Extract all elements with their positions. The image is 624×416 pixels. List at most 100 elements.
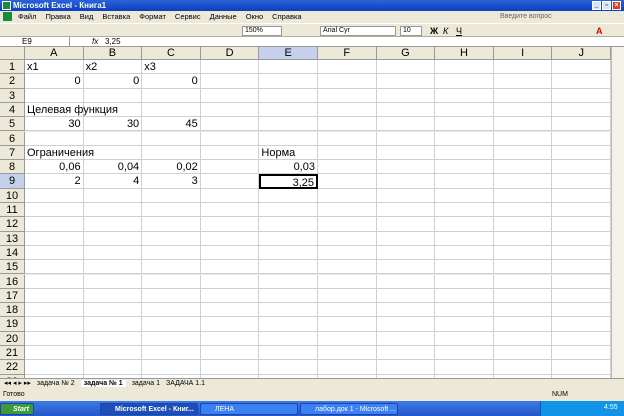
vertical-scrollbar[interactable]: [611, 47, 624, 378]
cell[interactable]: [552, 260, 611, 275]
menu-item[interactable]: Правка: [45, 12, 70, 21]
cell[interactable]: [318, 331, 377, 346]
cell[interactable]: [142, 288, 201, 304]
cell[interactable]: [142, 303, 201, 318]
cell[interactable]: [493, 174, 553, 189]
cell[interactable]: [259, 203, 318, 218]
cell[interactable]: [200, 317, 260, 332]
cell-A8[interactable]: 0,06: [25, 160, 84, 175]
fx-icon[interactable]: fx: [92, 37, 98, 46]
cell[interactable]: [318, 102, 377, 118]
cell[interactable]: [25, 88, 84, 103]
cell[interactable]: [200, 160, 260, 175]
cell[interactable]: [493, 331, 553, 346]
cell[interactable]: [318, 160, 377, 175]
cell[interactable]: [142, 317, 201, 332]
cell[interactable]: [259, 131, 318, 146]
row-header[interactable]: 3: [0, 88, 25, 103]
menu-item[interactable]: Окно: [246, 12, 263, 21]
cell[interactable]: [142, 331, 201, 346]
cell[interactable]: [376, 346, 436, 361]
sheet-tab[interactable]: задача № 1: [80, 380, 126, 387]
cell-C9[interactable]: 3: [142, 174, 201, 189]
row-header[interactable]: 8: [0, 160, 25, 175]
cell[interactable]: [200, 245, 260, 261]
cell[interactable]: [376, 303, 436, 318]
cell[interactable]: [493, 317, 553, 332]
cell[interactable]: [259, 360, 318, 375]
font-select[interactable]: Arial Cyr: [320, 26, 396, 36]
cell[interactable]: [376, 245, 436, 261]
cell[interactable]: [25, 131, 84, 146]
row-header[interactable]: 5: [0, 117, 25, 132]
cell[interactable]: [376, 117, 436, 132]
cell[interactable]: [493, 360, 553, 375]
cell[interactable]: [83, 303, 143, 318]
cell[interactable]: [259, 117, 318, 132]
cell[interactable]: [200, 274, 260, 289]
column-header[interactable]: I: [493, 47, 553, 60]
cell[interactable]: [318, 217, 377, 232]
cell[interactable]: [318, 346, 377, 361]
cell[interactable]: [376, 274, 436, 289]
cell[interactable]: [83, 331, 143, 346]
cell[interactable]: [493, 203, 553, 218]
font-size-select[interactable]: 10: [400, 26, 422, 36]
cell[interactable]: [200, 331, 260, 346]
column-header[interactable]: E: [259, 47, 318, 60]
row-header[interactable]: 17: [0, 288, 25, 304]
cell[interactable]: [493, 303, 553, 318]
cell[interactable]: [435, 260, 494, 275]
row-header[interactable]: 1: [0, 60, 25, 75]
menu-item[interactable]: Вставка: [102, 12, 130, 21]
cell[interactable]: [25, 317, 84, 332]
menu-item[interactable]: Данные: [210, 12, 237, 21]
cell[interactable]: [435, 88, 494, 103]
cell[interactable]: [318, 74, 377, 89]
cell[interactable]: [435, 274, 494, 289]
cell[interactable]: [25, 217, 84, 232]
row-header[interactable]: 11: [0, 203, 25, 218]
sheet-tab[interactable]: задача 1: [132, 380, 160, 387]
cell[interactable]: [259, 274, 318, 289]
cell[interactable]: [552, 288, 611, 304]
cell[interactable]: [200, 131, 260, 146]
cell[interactable]: [493, 74, 553, 89]
cell-B5[interactable]: 30: [83, 117, 143, 132]
cell[interactable]: [83, 188, 143, 203]
row-header[interactable]: 6: [0, 131, 25, 146]
taskbar-item-excel[interactable]: Microsoft Excel - Книг...: [100, 403, 198, 415]
cell[interactable]: [25, 331, 84, 346]
cell[interactable]: [259, 74, 318, 89]
row-header[interactable]: 15: [0, 260, 25, 275]
cell[interactable]: [318, 245, 377, 261]
cell[interactable]: [318, 303, 377, 318]
cell[interactable]: [83, 245, 143, 261]
cell[interactable]: [493, 245, 553, 261]
row-header[interactable]: 10: [0, 188, 25, 203]
cell[interactable]: [376, 231, 436, 246]
cell[interactable]: [318, 117, 377, 132]
cell[interactable]: [200, 260, 260, 275]
cell[interactable]: [376, 160, 436, 175]
cell[interactable]: [376, 60, 436, 75]
cell[interactable]: [142, 203, 201, 218]
cell-C2[interactable]: 0: [142, 74, 201, 89]
cell[interactable]: [435, 131, 494, 146]
cell[interactable]: [200, 74, 260, 89]
cell[interactable]: [493, 217, 553, 232]
cell[interactable]: [435, 188, 494, 203]
cell[interactable]: [259, 346, 318, 361]
row-header[interactable]: 20: [0, 331, 25, 346]
cell[interactable]: [318, 188, 377, 203]
cell[interactable]: [552, 303, 611, 318]
cell[interactable]: [435, 102, 494, 118]
cell[interactable]: [25, 260, 84, 275]
cell[interactable]: [25, 303, 84, 318]
cell[interactable]: [25, 274, 84, 289]
cell[interactable]: [25, 231, 84, 246]
select-all-corner[interactable]: [0, 47, 25, 60]
column-header[interactable]: D: [200, 47, 260, 60]
italic-icon[interactable]: К: [443, 26, 453, 36]
cell[interactable]: [552, 60, 611, 75]
